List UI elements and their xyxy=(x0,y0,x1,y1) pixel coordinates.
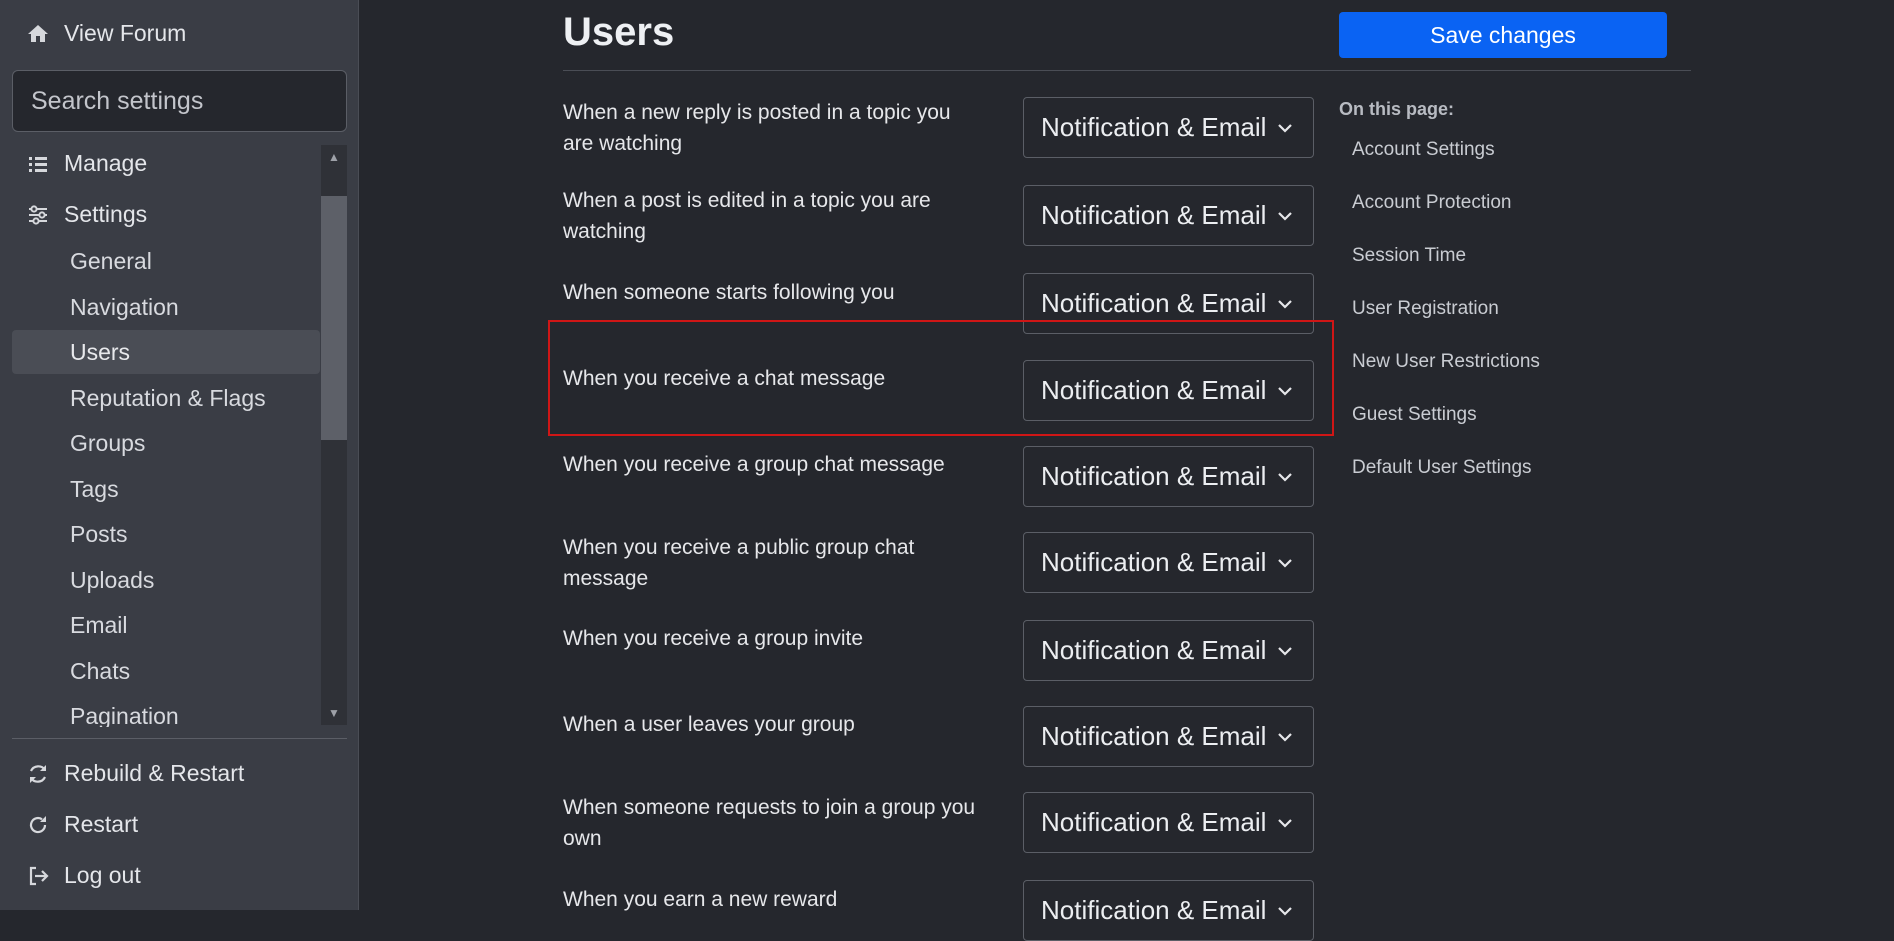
manage-label: Manage xyxy=(64,150,148,176)
select-value: Notification & Email xyxy=(1041,200,1267,230)
setting-select-new-reward[interactable]: Notification & Email xyxy=(1023,880,1314,941)
select-value: Notification & Email xyxy=(1041,895,1267,925)
setting-select-public-group-chat[interactable]: Notification & Email xyxy=(1023,532,1314,593)
sidebar-item-navigation[interactable]: Navigation xyxy=(12,285,320,329)
setting-select-new-reply[interactable]: Notification & Email xyxy=(1023,97,1314,158)
setting-select-group-chat[interactable]: Notification & Email xyxy=(1023,446,1314,507)
toc-link-new-user-restrictions[interactable]: New User Restrictions xyxy=(1352,351,1540,373)
toc-link-default-user-settings[interactable]: Default User Settings xyxy=(1352,457,1532,479)
toc-link-user-registration[interactable]: User Registration xyxy=(1352,298,1499,320)
select-value: Notification & Email xyxy=(1041,461,1267,491)
logout-icon xyxy=(29,866,49,885)
sidebar-item-general[interactable]: General xyxy=(12,239,320,283)
title-divider xyxy=(563,70,1691,71)
rebuild-restart-link[interactable]: Rebuild & Restart xyxy=(26,760,244,787)
logout-label: Log out xyxy=(64,862,141,888)
setting-label-join-request: When someone requests to join a group yo… xyxy=(563,796,976,850)
setting-select-chat-message[interactable]: Notification & Email xyxy=(1023,360,1314,421)
setting-select-following[interactable]: Notification & Email xyxy=(1023,273,1314,334)
setting-select-user-leaves[interactable]: Notification & Email xyxy=(1023,706,1314,767)
restart-label: Restart xyxy=(64,811,139,837)
chevron-down-icon xyxy=(1278,299,1292,309)
chevron-down-icon: ▼ xyxy=(328,706,340,720)
setting-label-public-group-chat: When you receive a public group chat mes… xyxy=(563,536,915,590)
scroll-up-button[interactable]: ▲ xyxy=(321,145,347,169)
chevron-down-icon xyxy=(1278,732,1292,742)
select-value: Notification & Email xyxy=(1041,721,1267,751)
settings-nav: Manage Settings General Navigation Users… xyxy=(12,142,347,727)
sync-icon xyxy=(30,764,46,783)
save-changes-button[interactable]: Save changes xyxy=(1339,12,1667,58)
setting-label-group-chat: When you receive a group chat message xyxy=(563,453,945,476)
select-value: Notification & Email xyxy=(1041,807,1267,837)
setting-select-post-edited[interactable]: Notification & Email xyxy=(1023,185,1314,246)
on-this-page-heading: On this page: xyxy=(1339,99,1455,119)
select-value: Notification & Email xyxy=(1041,288,1267,318)
sidebar-item-groups[interactable]: Groups xyxy=(12,421,320,465)
sidebar-divider xyxy=(12,738,347,739)
sidebar: View Forum Manage Settings General Navi xyxy=(0,0,359,910)
setting-label-following: When someone starts following you xyxy=(563,281,895,304)
setting-label-new-reply: When a new reply is posted in a topic yo… xyxy=(563,101,951,155)
sidebar-item-uploads[interactable]: Uploads xyxy=(12,558,320,602)
chevron-down-icon xyxy=(1278,558,1292,568)
chevron-down-icon xyxy=(1278,818,1292,828)
setting-label-user-leaves: When a user leaves your group xyxy=(563,713,855,736)
restart-link[interactable]: Restart xyxy=(26,811,138,838)
select-value: Notification & Email xyxy=(1041,635,1267,665)
rebuild-restart-label: Rebuild & Restart xyxy=(64,760,245,786)
sidebar-item-users[interactable]: Users xyxy=(12,330,320,374)
toc-link-guest-settings[interactable]: Guest Settings xyxy=(1352,404,1477,426)
view-forum-link[interactable]: View Forum xyxy=(26,20,186,47)
home-icon xyxy=(28,24,48,42)
sidebar-item-email[interactable]: Email xyxy=(12,603,320,647)
toc-link-account-protection[interactable]: Account Protection xyxy=(1352,192,1511,214)
chevron-down-icon xyxy=(1278,211,1292,221)
sidebar-item-tags[interactable]: Tags xyxy=(12,467,320,511)
restart-icon xyxy=(29,815,47,833)
search-settings-input[interactable] xyxy=(12,70,347,132)
select-value: Notification & Email xyxy=(1041,547,1267,577)
chevron-down-icon xyxy=(1278,906,1292,916)
toc-link-account-settings[interactable]: Account Settings xyxy=(1352,139,1495,161)
setting-select-group-invite[interactable]: Notification & Email xyxy=(1023,620,1314,681)
sidebar-item-chats[interactable]: Chats xyxy=(12,649,320,693)
toc-link-session-time[interactable]: Session Time xyxy=(1352,245,1466,267)
sidebar-item-reputation-flags[interactable]: Reputation & Flags xyxy=(12,376,320,420)
scroll-down-button[interactable]: ▼ xyxy=(321,701,347,725)
manage-section[interactable]: Manage xyxy=(26,150,147,177)
select-value: Notification & Email xyxy=(1041,112,1267,142)
chevron-down-icon xyxy=(1278,472,1292,482)
view-forum-label: View Forum xyxy=(64,20,187,46)
setting-label-new-reward: When you earn a new reward xyxy=(563,888,838,911)
chevron-down-icon xyxy=(1278,123,1292,133)
setting-label-post-edited: When a post is edited in a topic you are… xyxy=(563,189,931,243)
setting-label-group-invite: When you receive a group invite xyxy=(563,627,863,650)
sidebar-item-pagination[interactable]: Pagination xyxy=(12,694,320,728)
page-title: Users xyxy=(563,10,675,54)
settings-section[interactable]: Settings xyxy=(26,201,147,228)
setting-label-chat-message: When you receive a chat message xyxy=(563,367,886,390)
logout-link[interactable]: Log out xyxy=(26,862,141,889)
sidebar-scrollbar-thumb[interactable] xyxy=(321,196,347,440)
chevron-up-icon: ▲ xyxy=(328,150,340,164)
settings-label: Settings xyxy=(64,201,148,227)
select-value: Notification & Email xyxy=(1041,375,1267,405)
list-icon xyxy=(29,156,47,172)
sliders-icon xyxy=(29,204,47,225)
setting-select-join-request[interactable]: Notification & Email xyxy=(1023,792,1314,853)
sidebar-item-posts[interactable]: Posts xyxy=(12,512,320,556)
chevron-down-icon xyxy=(1278,386,1292,396)
chevron-down-icon xyxy=(1278,646,1292,656)
